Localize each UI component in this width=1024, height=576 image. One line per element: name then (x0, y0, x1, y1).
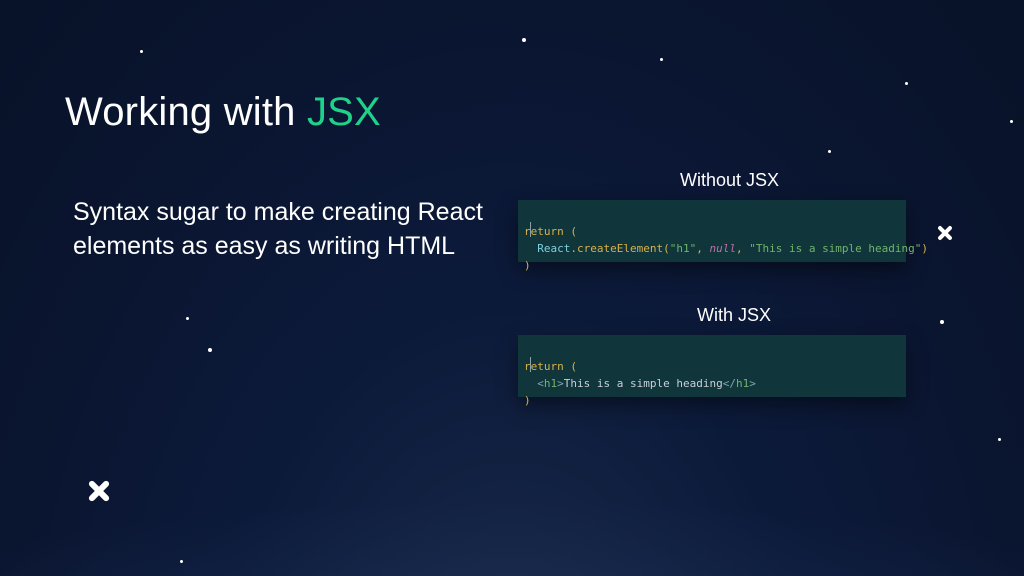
code-token: null (709, 242, 736, 255)
cursor-indicator-icon (530, 357, 531, 372)
code-token: h1 (736, 377, 749, 390)
label-with-jsx: With JSX (697, 305, 771, 326)
star-icon (186, 317, 189, 320)
code-token: ( (564, 225, 577, 238)
slide-subtitle: Syntax sugar to make creating React elem… (73, 196, 493, 264)
title-prefix: Working with (65, 90, 307, 134)
code-token: ) (524, 259, 531, 272)
code-token: This is a simple heading (564, 377, 723, 390)
star-icon (208, 348, 212, 352)
sparkle-icon (86, 478, 112, 504)
code-token: "h1" (670, 242, 697, 255)
code-token (524, 377, 537, 390)
star-icon (905, 82, 908, 85)
star-icon (940, 320, 944, 324)
code-token: ( (663, 242, 670, 255)
code-token: ) (524, 394, 531, 407)
star-icon (828, 150, 831, 153)
code-token: ) (921, 242, 928, 255)
slide-title: Working with JSX (65, 90, 381, 135)
code-block-with-jsx: return ( <h1>This is a simple heading</h… (518, 335, 906, 397)
star-icon (140, 50, 143, 53)
code-token: h1 (544, 377, 557, 390)
code-token: </ (723, 377, 736, 390)
star-icon (522, 38, 526, 42)
slide: Working with JSX Syntax sugar to make cr… (0, 0, 1024, 576)
star-icon (180, 560, 183, 563)
code-token: createElement (577, 242, 663, 255)
cursor-indicator-icon (530, 222, 531, 237)
star-icon (660, 58, 663, 61)
title-accent: JSX (307, 90, 381, 134)
sparkle-icon (936, 224, 954, 242)
code-block-without-jsx: return ( React.createElement("h1", null,… (518, 200, 906, 262)
code-token: ( (564, 360, 577, 373)
code-token: , (696, 242, 709, 255)
code-token: , (736, 242, 749, 255)
horizon-glow (0, 396, 1024, 576)
code-token: < (537, 377, 544, 390)
star-icon (1010, 120, 1013, 123)
code-token: "This is a simple heading" (749, 242, 921, 255)
code-token: . (570, 242, 577, 255)
code-token (524, 242, 537, 255)
star-icon (998, 438, 1001, 441)
code-token: > (749, 377, 756, 390)
label-without-jsx: Without JSX (680, 170, 779, 191)
code-token: React (537, 242, 570, 255)
code-token: > (557, 377, 564, 390)
